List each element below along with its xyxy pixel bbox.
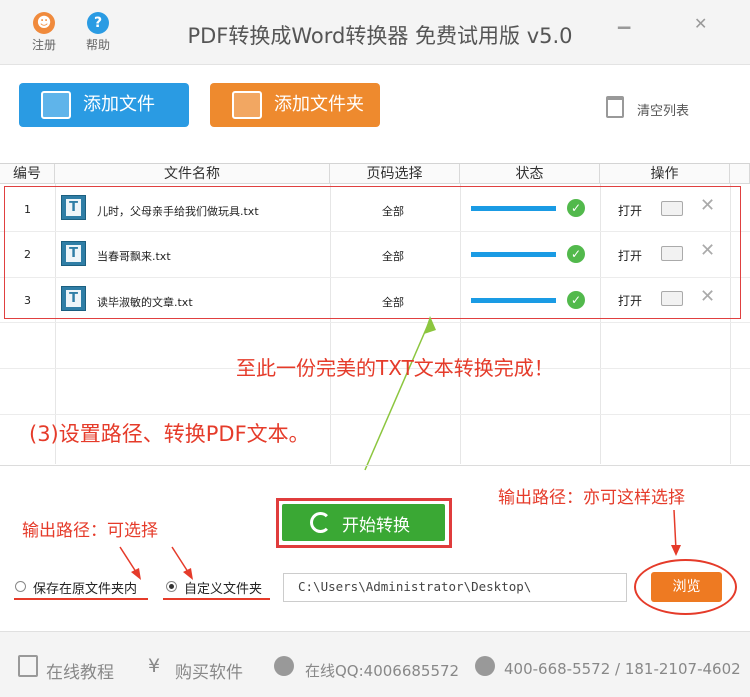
online-qq-text: 在线QQ:4006685572 <box>305 662 460 680</box>
option-custom-label[interactable]: 自定义文件夹 <box>184 578 262 597</box>
phone-numbers: 400-668-5572 / 181-2107-4602 <box>504 660 741 678</box>
step-annotation: (3)设置路径、转换PDF文本。 <box>29 422 310 446</box>
radio-save-original[interactable] <box>15 581 26 592</box>
output-path-input[interactable]: C:\Users\Administrator\Desktop\ <box>283 573 627 602</box>
browse-button[interactable]: 浏览 <box>651 572 722 602</box>
section-divider <box>0 465 750 466</box>
done-annotation: 至此一份完美的TXT文本转换完成！ <box>236 356 554 380</box>
output-annotation-left: 输出路径：可选择 <box>22 521 158 541</box>
book-icon <box>18 655 38 677</box>
buy-software-link[interactable]: 购买软件 <box>175 658 243 683</box>
output-annotation-right: 输出路径：亦可这样选择 <box>498 488 685 508</box>
underline-custom <box>163 598 270 600</box>
online-tutorial-link[interactable]: 在线教程 <box>46 658 114 683</box>
option-original-label[interactable]: 保存在原文件夹内 <box>33 578 137 597</box>
qq-icon <box>274 656 294 676</box>
start-convert-label: 开始转换 <box>342 516 410 536</box>
radio-custom-folder[interactable] <box>166 581 177 592</box>
start-convert-button[interactable]: 开始转换 <box>282 504 445 541</box>
phone-icon <box>475 656 495 676</box>
footer: 在线教程 ¥ 购买软件 在线QQ:4006685572 400-668-5572… <box>0 631 750 697</box>
yen-icon: ¥ <box>148 655 161 677</box>
underline-original <box>14 598 148 600</box>
refresh-icon <box>310 512 331 533</box>
